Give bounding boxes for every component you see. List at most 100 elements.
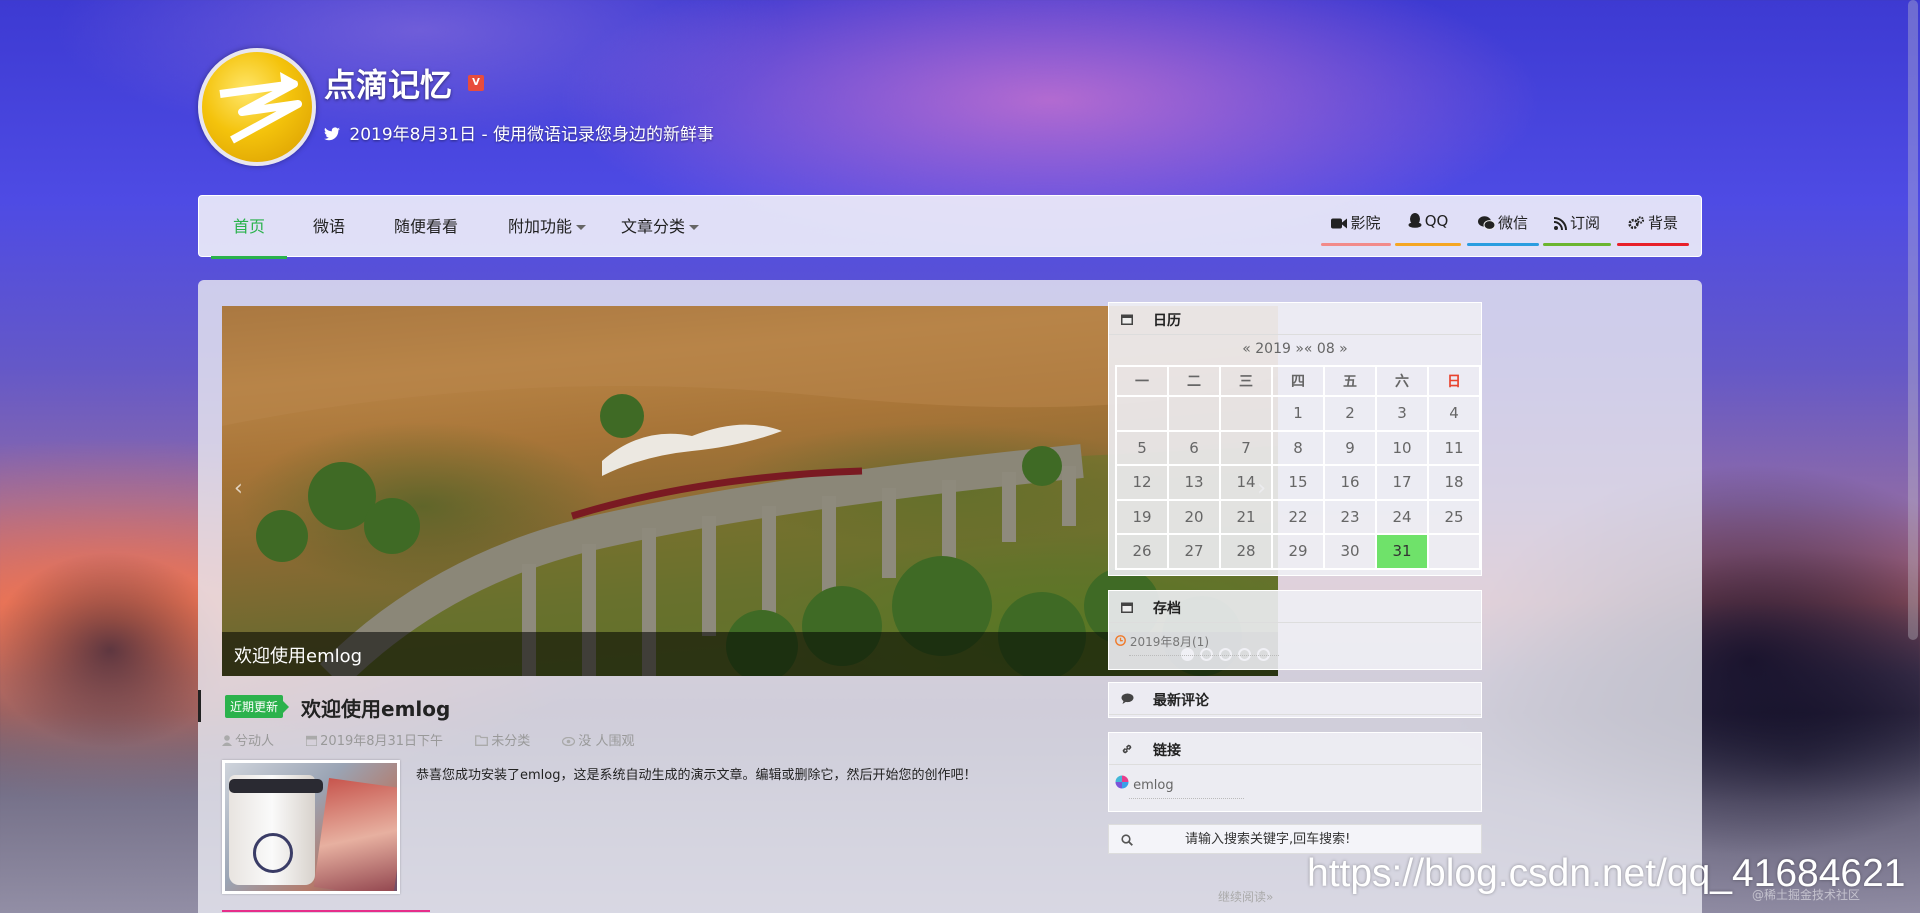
nav-link-label: 微信 <box>1497 214 1528 232</box>
nav-link-wechat[interactable]: 微信 <box>1467 212 1539 246</box>
rss-icon <box>1553 217 1567 231</box>
nav-link-rss[interactable]: 订阅 <box>1543 212 1611 246</box>
weekday-header: 三 <box>1219 365 1273 397</box>
weekday-header: 一 <box>1115 365 1169 397</box>
nav-link-label: 影院 <box>1350 214 1381 232</box>
read-more-link[interactable]: 继续阅读» <box>1218 888 1273 905</box>
calendar-icon <box>1121 602 1133 613</box>
links-widget-title: 链接 <box>1153 743 1181 759</box>
calendar-day: 1 <box>1271 395 1325 432</box>
nav-item-random[interactable]: 随便看看 <box>394 196 458 258</box>
link-item-emlog[interactable]: emlog <box>1115 775 1243 799</box>
nav-item-categories[interactable]: 文章分类 <box>621 196 700 258</box>
links-widget-header: 链接 <box>1109 733 1481 765</box>
weekday-header: 四 <box>1271 365 1325 397</box>
calendar-day: 12 <box>1115 464 1169 501</box>
calendar-day: 26 <box>1115 533 1169 570</box>
post-views: 没 人围观 <box>562 734 648 749</box>
search-input[interactable] <box>1145 825 1479 853</box>
folder-icon <box>475 735 489 746</box>
calendar-day: 6 <box>1167 429 1221 466</box>
calendar-day: 4 <box>1427 395 1481 432</box>
post-thumbnail[interactable] <box>222 760 400 894</box>
nav-link-background[interactable]: 背景 <box>1617 212 1689 246</box>
calendar-day: 10 <box>1375 429 1429 466</box>
search-icon <box>1121 834 1133 846</box>
calendar-day: 21 <box>1219 498 1273 535</box>
calendar-day: 11 <box>1427 429 1481 466</box>
calendar-week-row: 26 27 28 29 30 31 <box>1115 533 1481 570</box>
post-author[interactable]: 兮动人 <box>222 734 288 749</box>
post-author-name: 兮动人 <box>235 734 275 749</box>
nav-item-weiyu[interactable]: 微语 <box>313 196 345 258</box>
calendar-widget: 日历 « 2019 »« 08 » 一 二 三 四 五 六 日 1 2 3 4 … <box>1108 302 1482 576</box>
nav-item-home[interactable]: 首页 <box>210 196 288 259</box>
weekday-header: 五 <box>1323 365 1377 397</box>
calendar-day: 19 <box>1115 498 1169 535</box>
calendar-icon <box>305 735 318 747</box>
page-scrollbar[interactable] <box>1908 0 1918 640</box>
nav-item-extras[interactable]: 附加功能 <box>508 196 587 258</box>
calendar-day: 25 <box>1427 498 1481 535</box>
post-meta: 兮动人 2019年8月31日下午 未分类 没 人围观 <box>222 730 663 749</box>
calendar-day <box>1167 395 1221 432</box>
comments-widget: 最新评论 <box>1108 682 1482 718</box>
weekday-header: 二 <box>1167 365 1221 397</box>
post-date: 2019年8月31日下午 <box>305 734 457 749</box>
slider-prev-arrow[interactable]: ‹ <box>234 476 243 501</box>
gears-icon <box>1628 216 1645 230</box>
site-logo[interactable] <box>198 48 316 166</box>
calendar-day: 13 <box>1167 464 1221 501</box>
thumbnail-cup-logo <box>253 833 293 873</box>
nav-link-underline <box>1543 243 1611 246</box>
calendar-weekday-row: 一 二 三 四 五 六 日 <box>1115 365 1481 397</box>
twitter-icon <box>324 127 340 141</box>
calendar-day: 14 <box>1219 464 1273 501</box>
post-category[interactable]: 未分类 <box>475 734 544 749</box>
csdn-watermark: https://blog.csdn.net/qq_41684621 <box>1307 852 1906 895</box>
nav-link-underline <box>1617 243 1689 246</box>
slide-caption[interactable]: 欢迎使用emlog <box>234 642 362 668</box>
calendar-week-row: 12 13 14 15 16 17 18 <box>1115 464 1481 501</box>
calendar-day: 5 <box>1115 429 1169 466</box>
calendar-day-today[interactable]: 31 <box>1375 533 1429 570</box>
calendar-day: 18 <box>1427 464 1481 501</box>
nav-item-label: 随便看看 <box>394 217 459 236</box>
nav-item-label: 附加功能 <box>508 217 573 236</box>
site-description-text: 2019年8月31日 - 使用微语记录您身边的新鲜事 <box>349 125 715 145</box>
calendar-day: 2 <box>1323 395 1377 432</box>
weekday-header: 日 <box>1427 365 1481 397</box>
archive-item[interactable]: 2019年8月(1) <box>1115 633 1280 656</box>
calendar-day <box>1427 533 1481 570</box>
link-item-label: emlog <box>1133 778 1174 793</box>
eye-icon <box>562 736 576 747</box>
main-navbar: 首页 微语 随便看看 附加功能 文章分类 影院 QQ 微信 订阅 背景 <box>198 195 1702 259</box>
nav-link-qq[interactable]: QQ <box>1395 212 1461 246</box>
chevron-down-icon <box>689 225 700 230</box>
calendar-day: 27 <box>1167 533 1221 570</box>
thumbnail-cup <box>229 775 323 885</box>
nav-link-cinema[interactable]: 影院 <box>1321 212 1391 246</box>
archive-widget: 存档 2019年8月(1) <box>1108 590 1482 670</box>
wechat-icon <box>1477 216 1496 230</box>
calendar-icon <box>1121 314 1133 325</box>
links-widget: 链接 emlog <box>1108 732 1482 812</box>
recent-update-tag: 近期更新 <box>225 695 290 718</box>
calendar-week-row: 19 20 21 22 23 24 25 <box>1115 498 1481 535</box>
calendar-day: 24 <box>1375 498 1429 535</box>
nav-link-underline <box>1395 243 1461 246</box>
calendar-month-nav[interactable]: « 2019 »« 08 » <box>1109 341 1481 357</box>
calendar-day: 8 <box>1271 429 1325 466</box>
search-box <box>1108 824 1482 854</box>
post-title[interactable]: 欢迎使用emlog <box>301 693 450 722</box>
calendar-day: 22 <box>1271 498 1325 535</box>
video-camera-icon <box>1331 218 1348 229</box>
nav-item-label: 微语 <box>313 217 346 236</box>
calendar-day: 28 <box>1219 533 1273 570</box>
site-title[interactable]: 点滴记忆 <box>324 60 452 106</box>
calendar-week-row: 1 2 3 4 <box>1115 395 1481 432</box>
calendar-day: 29 <box>1271 533 1325 570</box>
site-header: 点滴记忆 V 2019年8月31日 - 使用微语记录您身边的新鲜事 <box>198 48 798 166</box>
calendar-day: 9 <box>1323 429 1377 466</box>
comments-icon <box>1121 693 1134 704</box>
